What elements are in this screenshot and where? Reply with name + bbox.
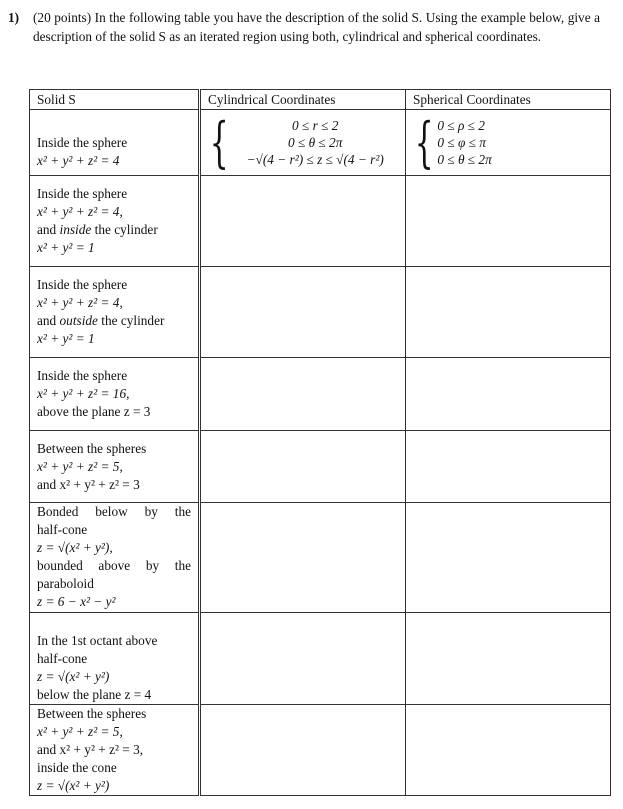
header-spherical: Spherical Coordinates — [405, 89, 611, 110]
solid-line: half-cone — [37, 651, 88, 666]
cylindrical-answer-cell[interactable] — [198, 175, 406, 267]
cylindrical-answer-cell[interactable] — [198, 266, 406, 358]
solid-equation: x² + y² + z² = 4 — [37, 152, 120, 168]
solid-cell: Between the spheres x² + y² + z² = 5, an… — [29, 430, 200, 503]
solid-line: half-cone — [37, 522, 88, 537]
sph-phi-range: 0 ≤ φ ≤ π — [437, 135, 486, 150]
sph-rho-range: 0 ≤ ρ ≤ 2 — [437, 118, 485, 133]
spherical-answer-cell[interactable] — [405, 612, 611, 705]
example-row: Inside the sphere x² + y² + z² = 4 { 0 ≤… — [29, 109, 611, 176]
sph-theta-range: 0 ≤ θ ≤ 2π — [437, 152, 492, 167]
cylindrical-answer-cell[interactable] — [198, 357, 406, 431]
solid-line: x² + y² + z² = 16, — [37, 386, 130, 401]
spherical-answer-cell[interactable] — [405, 175, 611, 267]
problem-statement: 1) (20 points) In the following table yo… — [8, 8, 600, 46]
solid-line: Inside the sphere — [37, 134, 128, 150]
left-brace-icon: { — [414, 110, 434, 174]
spherical-answer-cell[interactable] — [405, 266, 611, 358]
example-solid: Inside the sphere x² + y² + z² = 4 — [29, 109, 200, 176]
solid-line: z = √(x² + y²), — [37, 540, 113, 555]
table-row: Bonded below by the half-cone z = √(x² +… — [29, 502, 611, 613]
solid-line: and x² + y² + z² = 3 — [37, 476, 140, 492]
example-cylindrical: { 0 ≤ r ≤ 2 0 ≤ θ ≤ 2π −√(4 − r²) ≤ z ≤ … — [198, 109, 406, 176]
table-header-row: Solid S Cylindrical Coordinates Spherica… — [29, 89, 611, 110]
cyl-r-range: 0 ≤ r ≤ 2 — [291, 118, 339, 133]
solid-cell: Bonded below by the half-cone z = √(x² +… — [29, 502, 200, 613]
solid-line: x² + y² = 1 — [37, 240, 95, 255]
solid-line: x² + y² = 1 — [37, 331, 95, 346]
solid-cell: In the 1st octant above half-cone z = √(… — [29, 612, 200, 705]
spherical-answer-cell[interactable] — [405, 502, 611, 613]
solid-line: Inside the sphere — [37, 368, 128, 383]
solid-cell: Inside the sphere x² + y² + z² = 4, and … — [29, 175, 200, 267]
table-row: Inside the sphere x² + y² + z² = 16, abo… — [29, 357, 611, 431]
problem-number: 1) — [8, 10, 20, 25]
solids-table: Solid S Cylindrical Coordinates Spherica… — [29, 89, 611, 796]
solid-line: Between the spheres — [37, 706, 147, 721]
solid-cell: Inside the sphere x² + y² + z² = 16, abo… — [29, 357, 200, 431]
solid-cell: Between the spheres x² + y² + z² = 5, an… — [29, 704, 200, 796]
solid-line: and inside the cylinder — [37, 222, 158, 237]
solid-line: x² + y² + z² = 4, — [37, 204, 123, 219]
spherical-answer-cell[interactable] — [405, 357, 611, 431]
cylindrical-answer-cell[interactable] — [198, 430, 406, 503]
table-row: Inside the sphere x² + y² + z² = 4, and … — [29, 175, 611, 267]
solid-line: and outside the cylinder — [37, 313, 165, 328]
solid-line: below the plane z = 4 — [37, 687, 152, 702]
solid-line: and x² + y² + z² = 3, — [37, 742, 144, 757]
left-brace-icon: { — [209, 110, 229, 174]
solid-line: bounded above by the — [37, 558, 191, 573]
solid-line: x² + y² + z² = 4, — [37, 295, 123, 310]
solid-line: Inside the sphere — [37, 186, 128, 201]
solid-line: In the 1st octant above — [37, 633, 158, 648]
spherical-answer-cell[interactable] — [405, 704, 611, 796]
cyl-theta-range: 0 ≤ θ ≤ 2π — [287, 135, 343, 150]
solid-line: x² + y² + z² = 5, — [37, 458, 123, 474]
cylindrical-answer-cell[interactable] — [198, 502, 406, 613]
solid-line: z = √(x² + y²) — [37, 778, 110, 793]
solid-line: z = √(x² + y²) — [37, 669, 110, 684]
solid-line: inside the cone — [37, 760, 117, 775]
solid-line: x² + y² + z² = 5, — [37, 724, 123, 739]
solid-line: Between the spheres — [37, 440, 147, 456]
cylindrical-answer-cell[interactable] — [198, 612, 406, 705]
solid-line: z = 6 − x² − y² — [37, 594, 116, 609]
solid-cell: Inside the sphere x² + y² + z² = 4, and … — [29, 266, 200, 358]
cylindrical-answer-cell[interactable] — [198, 704, 406, 796]
example-spherical: { 0 ≤ ρ ≤ 2 0 ≤ φ ≤ π 0 ≤ θ ≤ 2π — [405, 109, 611, 176]
solid-line: above the plane z = 3 — [37, 404, 151, 419]
solid-line: Bonded below by the — [37, 504, 191, 519]
table-row: In the 1st octant above half-cone z = √(… — [29, 612, 611, 705]
table-row: Inside the sphere x² + y² + z² = 4, and … — [29, 266, 611, 358]
header-cylindrical: Cylindrical Coordinates — [198, 89, 406, 110]
table-row: Between the spheres x² + y² + z² = 5, an… — [29, 430, 611, 503]
solid-line: paraboloid — [37, 576, 94, 591]
header-solid: Solid S — [29, 89, 200, 110]
spherical-answer-cell[interactable] — [405, 430, 611, 503]
cyl-z-range: −√(4 − r²) ≤ z ≤ √(4 − r²) — [246, 152, 384, 167]
solid-line: Inside the sphere — [37, 277, 128, 292]
table-row: Between the spheres x² + y² + z² = 5, an… — [29, 704, 611, 796]
problem-text: (20 points) In the following table you h… — [33, 10, 600, 44]
